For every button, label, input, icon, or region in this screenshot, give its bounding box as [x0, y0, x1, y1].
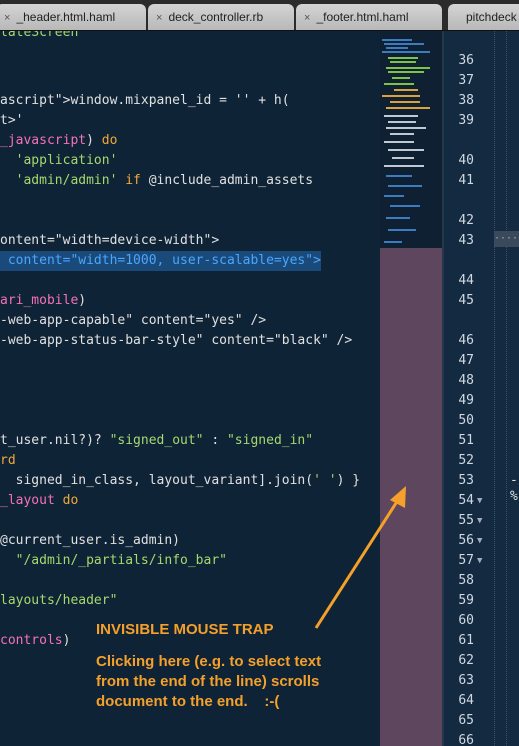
- annotation-body: Clicking here (e.g. to select text from …: [96, 652, 376, 712]
- annotation-title: INVISIBLE MOUSE TRAP: [96, 621, 274, 638]
- annotation-line: document to the end. :-(: [96, 693, 280, 710]
- annotation-line: Clicking here (e.g. to select text: [96, 653, 322, 670]
- annotation-line: from the end of the line) scrolls: [96, 673, 320, 690]
